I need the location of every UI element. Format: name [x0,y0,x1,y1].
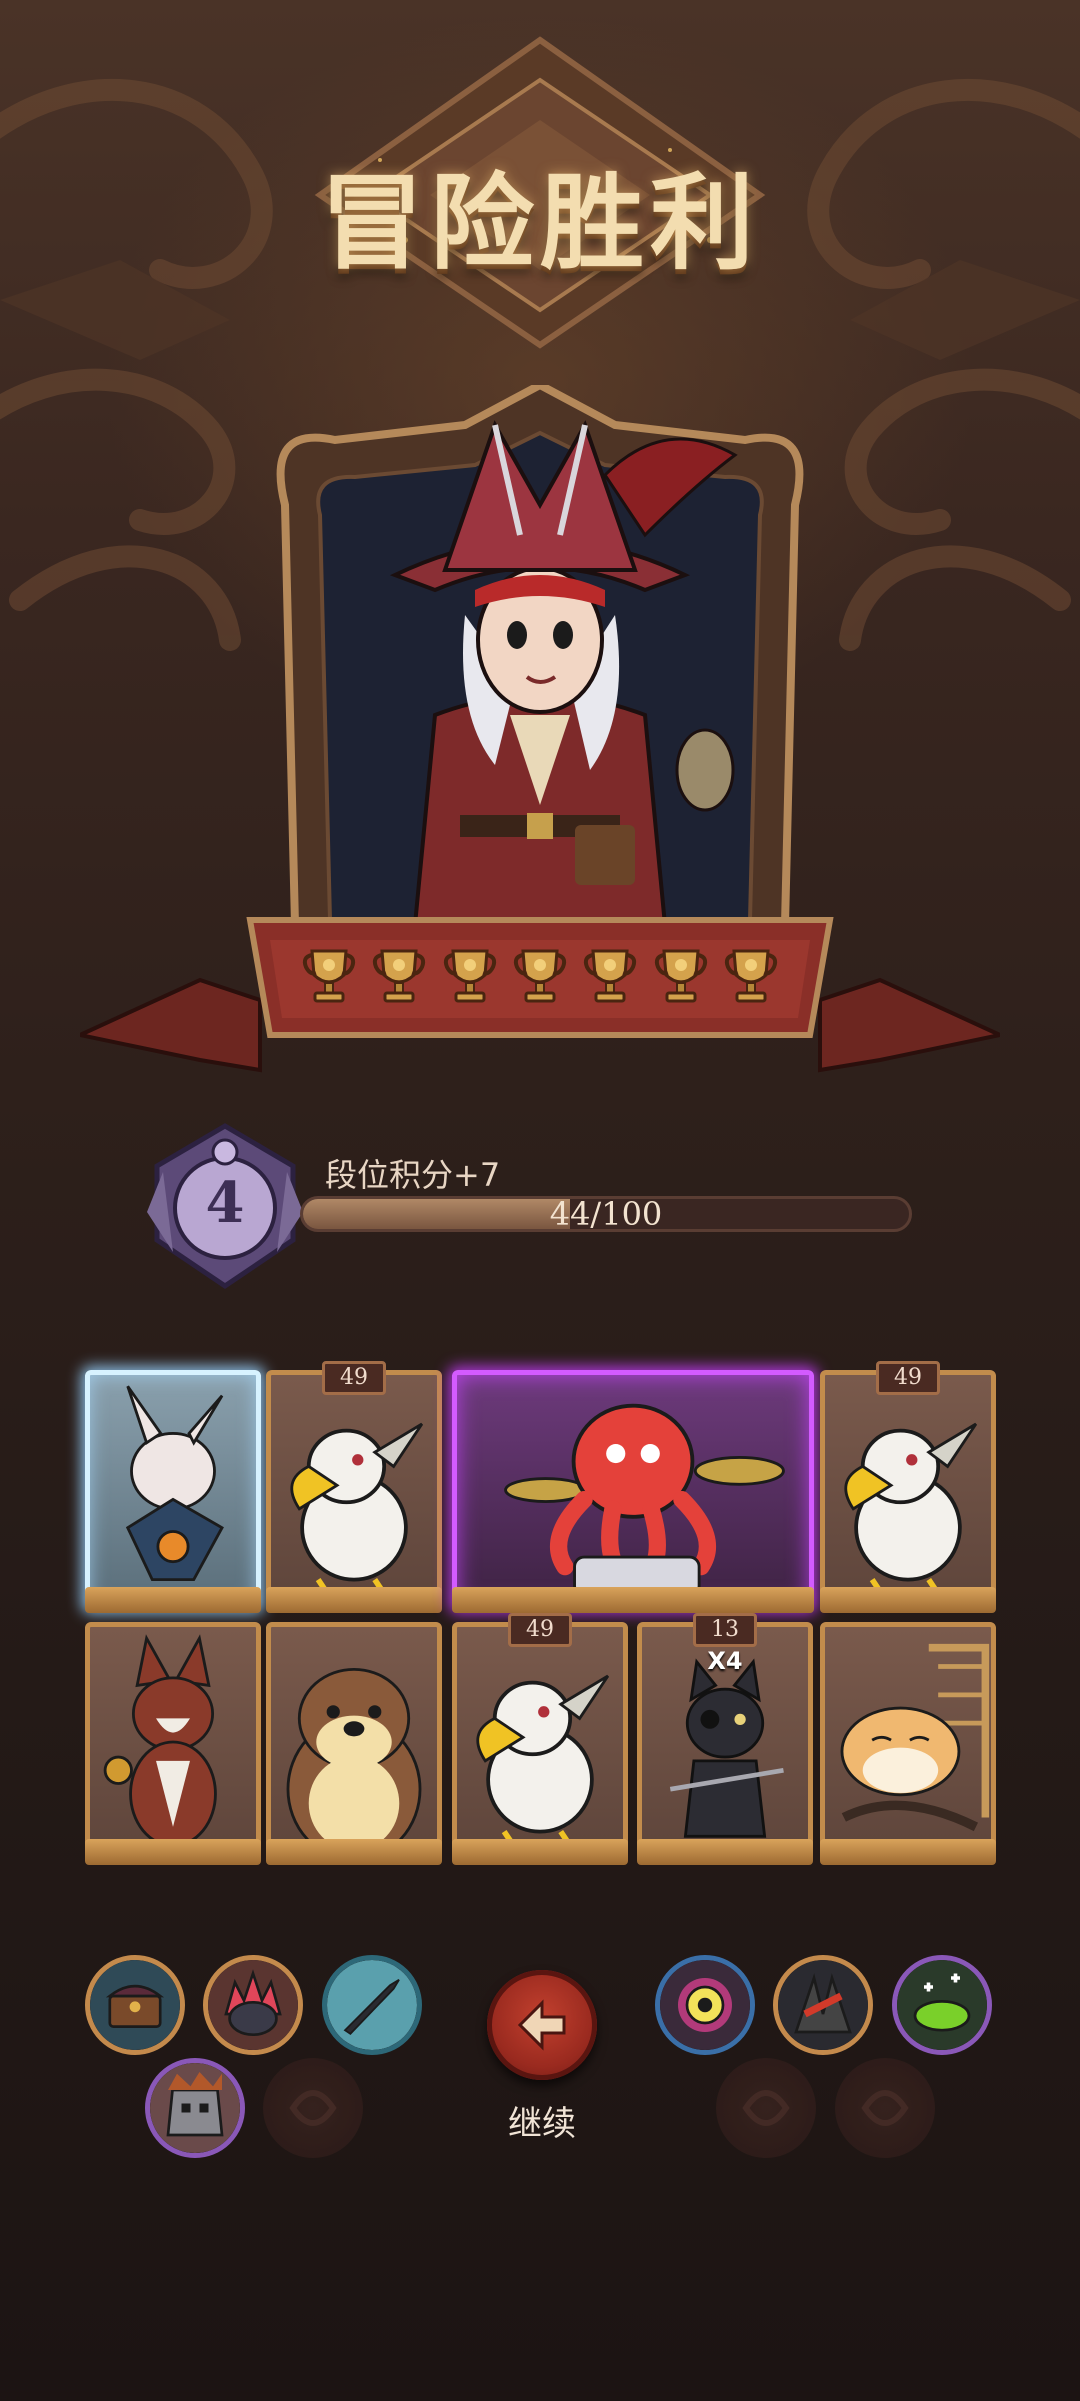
victory-screen: 冒险胜利 4 段位积分+7 44/100 49 49 49 13 X4 继续 [0,0,1080,2401]
trophy-icon [652,945,710,1005]
arrow-left-icon [517,1999,566,2051]
empty-relic-slot [835,2058,935,2158]
green-potion-relic[interactable] [892,1955,992,2055]
card-frame-foot [85,1839,261,1865]
rank-progress-text: 44/100 [549,1195,663,1233]
trophy-row [300,945,780,1015]
rank-level: 4 [205,1170,245,1236]
card-frame-foot [820,1587,996,1613]
trophy-icon [300,945,358,1005]
trophy-icon [511,945,569,1005]
card-frame-foot [266,1587,442,1613]
card-level-tag: 49 [508,1613,572,1647]
stone-golem-relic[interactable] [145,2058,245,2158]
card-frame-foot [452,1587,814,1613]
card-frame-foot [266,1839,442,1865]
rank-points-label: 段位积分+7 [325,1156,501,1194]
card-level-tag: 13 [693,1613,757,1647]
card-frame-foot [452,1839,628,1865]
treasure-chest-relic[interactable] [85,1955,185,2055]
dagger-relic[interactable] [322,1955,422,2055]
card-frame-foot [85,1587,261,1613]
empty-relic-slot [263,2058,363,2158]
empty-relic-slot [716,2058,816,2158]
card-multiplier: X4 [707,1647,743,1675]
card-frame-foot [637,1839,813,1865]
rank-badge: 4 [143,1122,307,1290]
fox-card[interactable] [85,1622,261,1865]
eagle-card[interactable]: 49 [820,1361,996,1613]
hero-portrait [265,385,815,945]
card-level-tag: 49 [876,1361,940,1395]
hamster-card[interactable] [820,1622,996,1865]
continue-label: 继续 [508,2104,576,2144]
spiky-creature-relic[interactable] [203,1955,303,2055]
card-level-tag: 49 [322,1361,386,1395]
pirate-cat-card[interactable]: 13 X4 [637,1613,813,1865]
otter-card[interactable] [266,1622,442,1865]
card-frame-foot [820,1839,996,1865]
victory-title: 冒险胜利 [319,161,760,284]
trophy-icon [370,945,428,1005]
red-claw-relic[interactable] [773,1955,873,2055]
eagle-card[interactable]: 49 [452,1613,628,1865]
continue-button[interactable] [487,1970,597,2080]
trophy-icon [722,945,780,1005]
eye-target-relic[interactable] [655,1955,755,2055]
rabbit-card[interactable] [85,1370,261,1613]
eagle-card[interactable]: 49 [266,1361,442,1613]
trophy-icon [441,945,499,1005]
trophy-icon [581,945,639,1005]
octopus-drummer-card[interactable] [452,1370,814,1613]
